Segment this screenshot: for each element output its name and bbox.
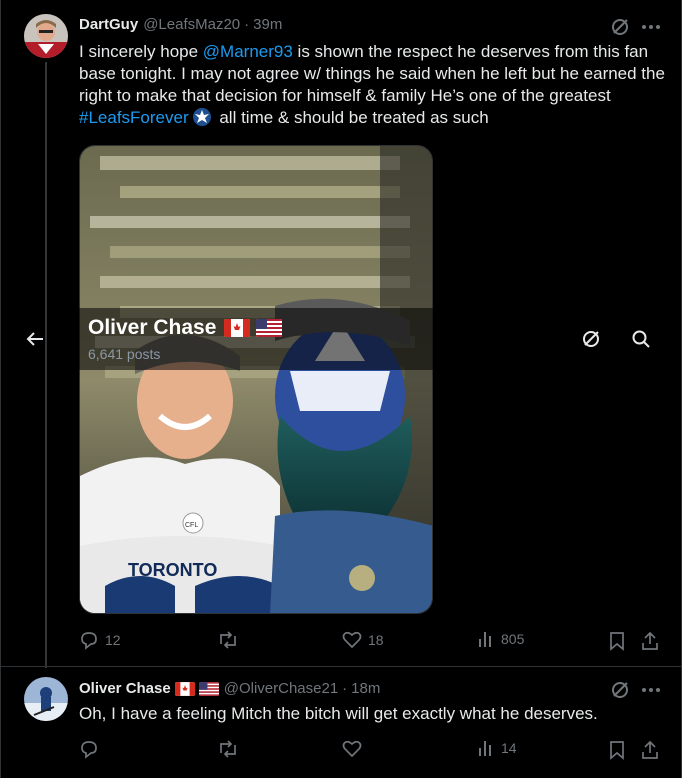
- canada-flag-icon: [224, 319, 251, 337]
- share-icon[interactable]: [639, 739, 661, 761]
- views-count: 14: [501, 740, 517, 756]
- more-icon[interactable]: [640, 16, 662, 38]
- canada-flag-icon: [174, 681, 195, 696]
- overlay-post-count: 6,641 posts: [88, 346, 161, 362]
- user-handle[interactable]: @LeafsMaz20: [143, 16, 240, 33]
- like-icon: [342, 740, 362, 758]
- reply-icon: [81, 632, 97, 650]
- mention-link[interactable]: @Marner93: [203, 42, 293, 61]
- repost-button[interactable]: [217, 739, 245, 759]
- timestamp[interactable]: 18m: [351, 680, 380, 697]
- reply-button[interactable]: [79, 739, 105, 759]
- bookmark-icon[interactable]: [606, 739, 628, 761]
- reply-count: 12: [105, 632, 121, 648]
- views-count: 805: [501, 631, 525, 647]
- grok-icon[interactable]: [580, 328, 602, 350]
- repost-icon: [220, 740, 236, 758]
- tweet-text-segment: all time & should be treated as such: [214, 108, 489, 127]
- usa-flag-icon: [256, 319, 283, 337]
- overlay-profile-name: Oliver Chase: [88, 316, 283, 340]
- jersey-patch-text: CFL: [185, 522, 198, 529]
- avatar-image: [24, 14, 68, 58]
- avatar-oliverchase[interactable]: [24, 677, 68, 721]
- timestamp[interactable]: 39m: [253, 16, 282, 33]
- like-button[interactable]: [342, 739, 368, 759]
- tweet-text-segment: I sincerely hope: [79, 42, 203, 61]
- bookmark-icon[interactable]: [606, 630, 628, 652]
- views-icon: [479, 741, 491, 756]
- display-name[interactable]: Oliver Chase: [79, 680, 171, 697]
- back-arrow-icon[interactable]: [24, 328, 46, 350]
- repost-icon: [220, 631, 236, 649]
- search-icon[interactable]: [630, 328, 652, 350]
- reply-button[interactable]: 12: [79, 630, 121, 650]
- reply-icon: [81, 741, 97, 759]
- like-count: 18: [368, 632, 384, 648]
- grok-icon[interactable]: [609, 679, 631, 701]
- hashtag-link[interactable]: #LeafsForever: [79, 108, 189, 127]
- avatar-dartguy[interactable]: [24, 14, 68, 58]
- avatar-image: [24, 677, 68, 721]
- views-button[interactable]: 805: [477, 630, 524, 648]
- tweet-header: DartGuy @LeafsMaz20 · 39m: [79, 16, 282, 33]
- display-name[interactable]: DartGuy: [79, 16, 138, 33]
- tweet-oliverchase[interactable]: Oliver Chase @OliverChase21 · 18m Oh, I …: [0, 667, 682, 778]
- separator-dot: ·: [342, 680, 348, 697]
- like-button[interactable]: 18: [342, 630, 384, 650]
- overlay-name-text: Oliver Chase: [88, 316, 217, 339]
- tweet-photo[interactable]: TORONTO CFL: [79, 145, 433, 614]
- photo-image: TORONTO CFL: [80, 146, 432, 613]
- usa-flag-icon: [198, 681, 219, 696]
- user-handle[interactable]: @OliverChase21: [224, 680, 338, 697]
- tweet-body: I sincerely hope @Marner93 is shown the …: [79, 41, 669, 129]
- views-button[interactable]: 14: [477, 739, 517, 757]
- tweet-body: Oh, I have a feeling Mitch the bitch wil…: [79, 704, 598, 723]
- repost-button[interactable]: [217, 630, 245, 650]
- like-icon: [342, 631, 362, 649]
- views-icon: [479, 632, 491, 647]
- more-icon[interactable]: [640, 679, 662, 701]
- leafs-hashflag-icon: [192, 108, 212, 126]
- separator-dot: ·: [244, 16, 250, 33]
- grok-icon[interactable]: [609, 16, 631, 38]
- share-icon[interactable]: [639, 630, 661, 652]
- tweet-header: Oliver Chase @OliverChase21 · 18m: [79, 680, 380, 697]
